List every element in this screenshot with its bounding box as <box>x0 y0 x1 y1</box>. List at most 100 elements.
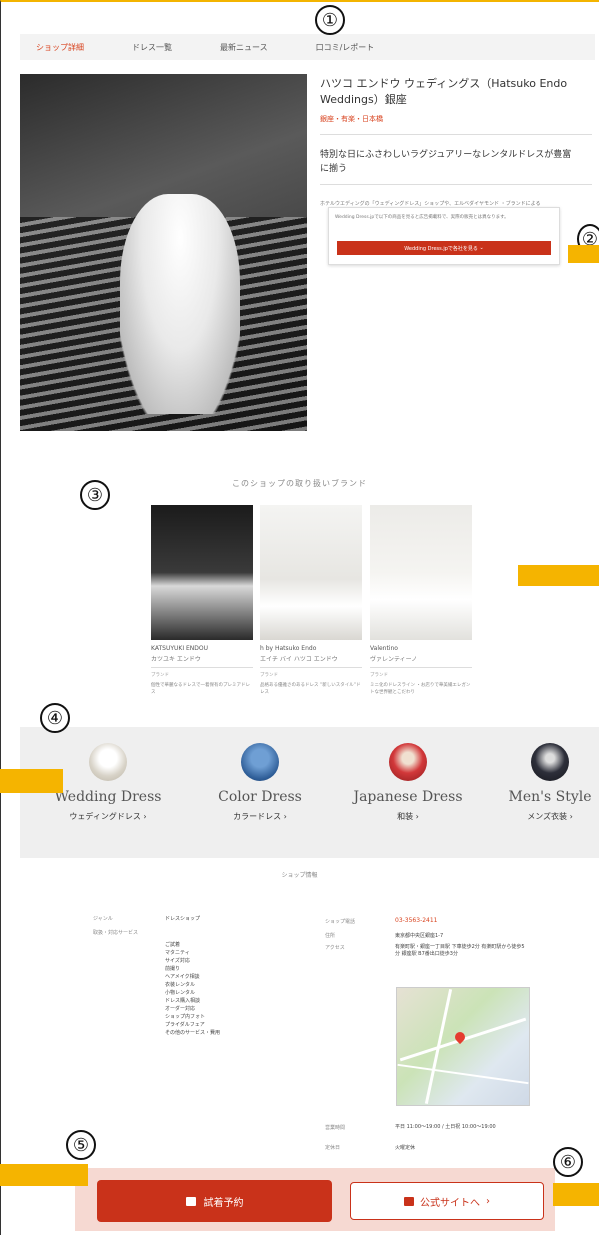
category-icon <box>389 743 427 781</box>
closed-value: 火曜定休 <box>395 1144 415 1151</box>
brand-label: ブランド <box>151 673 169 678</box>
brand-photo <box>370 505 472 640</box>
highlight-marker <box>553 1183 599 1206</box>
popup-button-label: Wedding Dress.jpで各社を見る <box>404 245 478 252</box>
brand-kana: エイチ バイ ハツコ エンドウ <box>260 656 338 663</box>
genre-label: ジャンル <box>93 916 113 922</box>
access-value: 有楽町駅・銀座一丁目駅 下車徒歩2分 有楽町駅から徒歩5分 銀座駅 B7番出口徒… <box>395 944 525 958</box>
address-text: 東京都中央区銀座1-7 <box>395 933 444 939</box>
service-item: ショップ内フォト <box>165 1014 206 1020</box>
brand-name: h by Hatsuko Endo <box>260 645 317 652</box>
brand-card[interactable]: Valentino ヴァレンティーノ ブランド ミニ化のドレスライン ・お店りで… <box>370 505 472 696</box>
service-item: 前撮り <box>165 966 181 972</box>
services-list: ご試着 マタニティ サイズ対応 前撮り ヘアメイク相談 衣装レンタル 小物レンタ… <box>165 941 220 1037</box>
category-en: Men's Style <box>508 789 592 805</box>
service-item: ドレス購入相談 <box>165 998 201 1004</box>
brand-desc: 個性で華麗なるドレスで一着保有のプレミアドレス <box>151 683 250 695</box>
brand-card[interactable]: KATSUYUKI ENDOU カツユキ エンドウ ブランド 個性で華麗なるドレ… <box>151 505 253 696</box>
tab-reports[interactable]: 口コミ/レポート <box>316 42 375 53</box>
annotation-5: ⑤ <box>66 1130 96 1160</box>
category-ja: カラードレス › <box>233 812 287 821</box>
service-item: その他のサービス・費用 <box>165 1030 221 1036</box>
service-item: ご試着 <box>165 942 181 948</box>
highlight-marker <box>518 565 599 586</box>
shop-catch: 特別な日にふさわしいラグジュアリーなレンタルドレスが豊富に揃う <box>320 150 572 174</box>
service-item: 小物レンタル <box>165 990 196 996</box>
category-ja: 和装 › <box>397 812 419 821</box>
brand-label: ブランド <box>370 673 388 678</box>
genre-text: ドレスショップ <box>165 916 201 922</box>
shop-tabs: ショップ詳細 ドレス一覧 最新ニュース 口コミ/レポート <box>20 34 595 60</box>
calendar-icon <box>185 1196 196 1206</box>
annotation-3: ③ <box>80 480 110 510</box>
tab-dress-list[interactable]: ドレス一覧 <box>132 42 172 53</box>
divider <box>370 667 472 668</box>
hours-value: 平日 11:00〜19:00 / 土日祝 10:00〜19:00 <box>395 1124 525 1131</box>
tab-shop-detail[interactable]: ショップ詳細 <box>36 42 84 53</box>
official-site-button[interactable]: 公式サイトへ › <box>350 1182 544 1220</box>
category-en: Japanese Dress <box>353 789 463 805</box>
shop-area[interactable]: 銀座・有楽・日本橋 <box>320 114 383 124</box>
brand-kana: カツユキ エンドウ <box>151 656 201 663</box>
category-icon <box>89 743 127 781</box>
shop-description: ホテルウエディングの「ウェディングドレス」ショップや、エルベダイヤモンド ・ブラ… <box>320 201 541 207</box>
category-icon <box>241 743 279 781</box>
hours-label: 営業時間 <box>325 1125 346 1131</box>
tab-news[interactable]: 最新ニュース <box>220 42 268 53</box>
category-ja: ウェディングドレス › <box>69 812 147 821</box>
map-road <box>424 988 453 1105</box>
brand-desc: ミニ化のドレスライン ・お店りで華美繊エレガントな世界観とこだわり <box>370 683 471 695</box>
category-ja: メンズ衣装 › <box>527 812 573 821</box>
highlight-marker <box>0 1164 88 1186</box>
brand-card[interactable]: h by Hatsuko Endo エイチ バイ ハツコ エンドウ ブランド 品… <box>260 505 362 696</box>
brand-desc: 品格ある優雅さのあるドレス ”新しいスタイル”ドレス <box>260 683 361 695</box>
brand-photo <box>260 505 362 640</box>
reserve-button[interactable]: 試着予約 <box>97 1180 332 1222</box>
category-mens-style[interactable]: Men's Style メンズ衣装 › <box>480 743 599 822</box>
closed-label: 定休日 <box>325 1145 341 1151</box>
highlight-marker <box>568 245 599 263</box>
service-item: 衣装レンタル <box>165 982 196 988</box>
divider <box>260 667 362 668</box>
brand-label: ブランド <box>260 673 278 678</box>
tel-label: ショップ電話 <box>325 919 356 925</box>
category-icon <box>531 743 569 781</box>
chevron-right-icon: › <box>486 1195 490 1207</box>
category-en: Color Dress <box>218 789 302 805</box>
services-label: 取扱・対応サービス <box>93 930 139 936</box>
ad-popup: Wedding Dress.jpで以下の商品を見ると広告掲載料で、実際の販売とは… <box>328 207 560 265</box>
popup-text: Wedding Dress.jpで以下の商品を見ると広告掲載料で、実際の販売とは… <box>335 215 509 220</box>
service-item: オーダー対応 <box>165 1006 196 1012</box>
divider <box>151 667 253 668</box>
hours-text: 平日 11:00〜19:00 / 土日祝 10:00〜19:00 <box>395 1124 496 1130</box>
annotation-1: ① <box>315 5 345 35</box>
brand-name: Valentino <box>370 645 398 652</box>
brand-photo <box>151 505 253 640</box>
hero-bride <box>120 194 240 414</box>
genre-value: ドレスショップ <box>165 915 200 922</box>
shop-map[interactable] <box>396 987 530 1106</box>
hero-photo <box>20 74 307 431</box>
service-item: マタニティ <box>165 950 190 956</box>
reserve-label: 試着予約 <box>203 1197 244 1209</box>
access-text: 有楽町駅・銀座一丁目駅 下車徒歩2分 有楽町駅から徒歩5分 銀座駅 B7番出口徒… <box>395 944 525 957</box>
service-item: プライダルフェア <box>165 1022 205 1028</box>
category-band: Wedding Dress ウェディングドレス › Color Dress カラ… <box>20 727 599 858</box>
category-color-dress[interactable]: Color Dress カラードレス › <box>190 743 330 822</box>
official-site-label: 公式サイトへ <box>420 1197 480 1209</box>
address-label: 住所 <box>325 933 336 939</box>
tel-link[interactable]: 03-3563-2411 <box>395 917 438 924</box>
annotation-4: ④ <box>40 703 70 733</box>
service-item: サイズ対応 <box>165 958 190 964</box>
divider <box>320 184 592 185</box>
brand-kana: ヴァレンティーノ <box>370 656 418 663</box>
shop-title: ハツコ エンドウ ウェディングス（Hatsuko Endo Weddings）銀… <box>320 77 568 106</box>
address-value: 東京都中央区銀座1-7 <box>395 932 443 939</box>
service-item: ヘアメイク相談 <box>165 974 200 980</box>
access-label: アクセス <box>325 945 345 951</box>
popup-button[interactable]: Wedding Dress.jpで各社を見る ⌄ <box>337 241 551 255</box>
shop-icon <box>404 1196 414 1206</box>
map-road <box>397 1063 529 1085</box>
brand-name: KATSUYUKI ENDOU <box>151 645 209 652</box>
category-japanese-dress[interactable]: Japanese Dress 和装 › <box>338 743 478 822</box>
